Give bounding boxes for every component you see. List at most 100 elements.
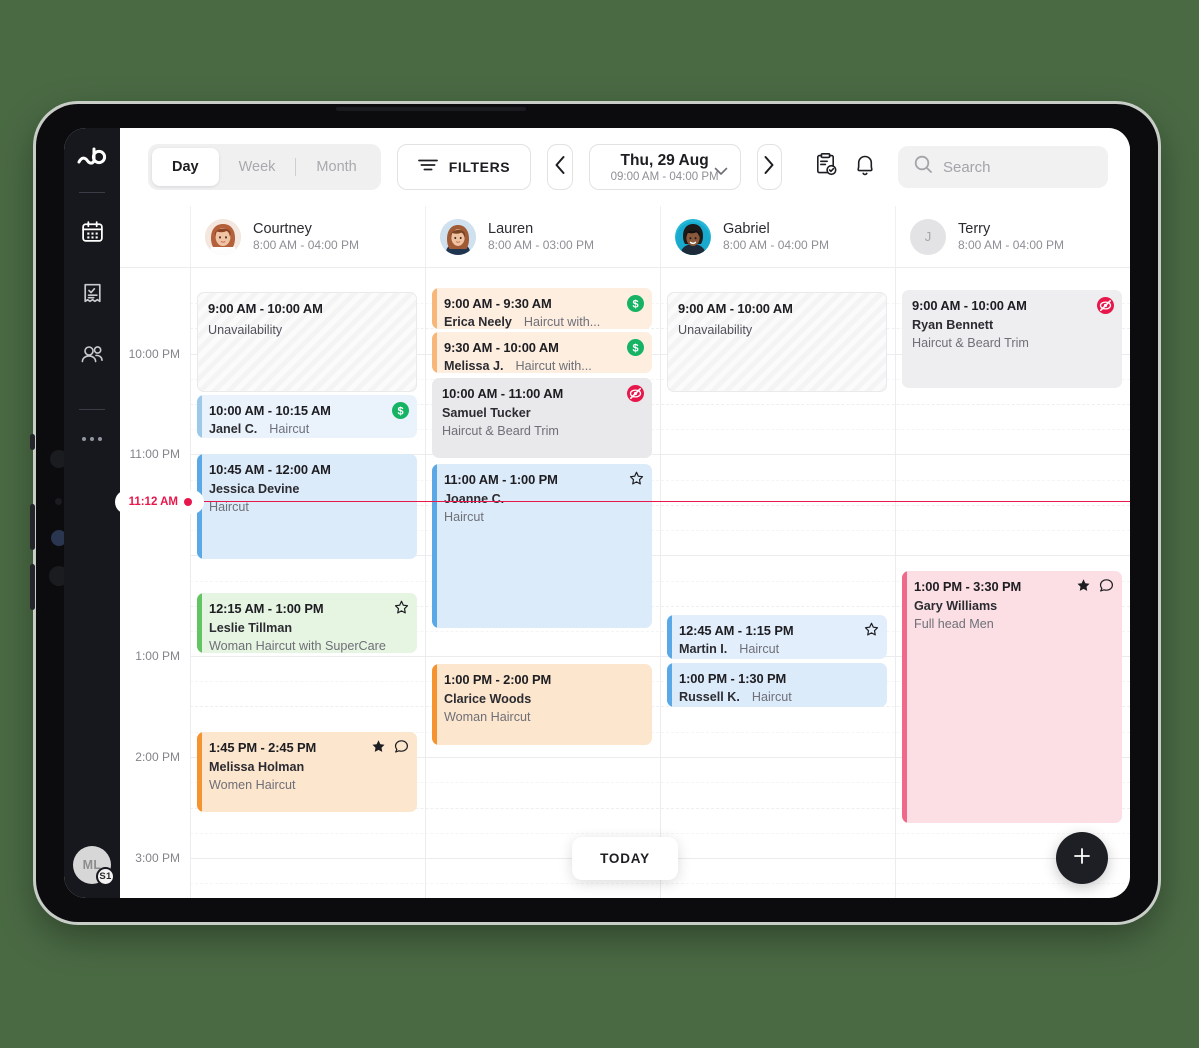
appointment-card[interactable]: 9:00 AM - 10:00 AM Unavailability xyxy=(667,292,887,392)
sidebar-item-clients[interactable] xyxy=(72,335,112,375)
date-range: 09:00 AM - 04:00 PM xyxy=(610,170,719,183)
chevron-right-icon xyxy=(763,155,775,180)
appointment-badges xyxy=(627,385,644,405)
appointment-client: Martin I. xyxy=(679,642,728,656)
comment-icon xyxy=(1099,578,1114,596)
appointment-client: Melissa Holman xyxy=(209,760,305,774)
appointment-color-bar xyxy=(432,664,437,745)
app-body: Day Week Month FILTERS Thu, 29 Aug 09:00… xyxy=(118,128,1130,898)
staff-name: Gabriel xyxy=(723,220,770,237)
tasks-button[interactable] xyxy=(814,148,838,186)
appointment-time: 10:00 AM - 10:15 AM xyxy=(209,403,331,418)
chevron-down-icon xyxy=(714,163,728,181)
calendar-columns: 9:00 AM - 10:00 AM Unavailability 10:00 … xyxy=(118,268,1130,898)
appointment-client: Erica Neely xyxy=(444,315,512,329)
next-day-button[interactable] xyxy=(756,144,782,190)
date-selector[interactable]: Thu, 29 Aug 09:00 AM - 04:00 PM xyxy=(588,144,741,190)
staff-column-header-terry[interactable]: J Terry 8:00 AM - 04:00 PM xyxy=(895,206,1130,267)
staff-column-header-gabriel[interactable]: Gabriel 8:00 AM - 04:00 PM xyxy=(660,206,895,267)
staff-column-header-lauren[interactable]: Lauren 8:00 AM - 03:00 PM xyxy=(425,206,660,267)
staff-column-header-courtney[interactable]: Courtney 8:00 AM - 04:00 PM xyxy=(190,206,425,267)
receipt-check-icon xyxy=(80,281,105,306)
filters-button[interactable]: FILTERS xyxy=(396,144,532,190)
appointment-time: 9:00 AM - 10:00 AM xyxy=(912,298,1027,313)
clipboard-check-icon xyxy=(814,152,838,182)
previous-day-button[interactable] xyxy=(547,144,573,190)
time-label: 1:00 PM xyxy=(135,649,180,663)
avatar-initials: J xyxy=(924,229,932,244)
today-button[interactable]: TODAY xyxy=(572,837,678,880)
view-tab-day[interactable]: Day xyxy=(152,148,219,186)
sidebar-item-calendar[interactable] xyxy=(72,211,112,251)
appointment-service: Full head Men xyxy=(914,617,994,631)
paid-icon: $ xyxy=(627,339,644,359)
appointment-card[interactable]: 1:00 PM - 3:30 PM Gary Williams Full hea… xyxy=(902,571,1122,823)
bookings-logo-icon[interactable] xyxy=(75,142,109,176)
svg-text:$: $ xyxy=(632,343,638,355)
appointment-time: 9:00 AM - 10:00 AM xyxy=(678,301,793,316)
appointment-service: Haircut with... xyxy=(523,315,601,329)
appointment-time: 9:00 AM - 9:30 AM xyxy=(444,296,552,311)
avatar-badge: S1 xyxy=(96,867,115,886)
star-outline-icon xyxy=(394,600,409,618)
appointment-time: 1:00 PM - 1:30 PM xyxy=(679,671,787,686)
calendar-column-courtney[interactable]: 9:00 AM - 10:00 AM Unavailability 10:00 … xyxy=(190,268,425,898)
appointment-service: Haircut xyxy=(751,690,792,704)
appointment-time: 1:00 PM - 2:00 PM xyxy=(444,672,552,687)
appointment-card[interactable]: 1:00 PM - 1:30 PM Russell K. Haircut xyxy=(667,663,887,707)
appointment-card[interactable]: 12:45 AM - 1:15 PM Martin I. Haircut xyxy=(667,615,887,659)
view-tab-month[interactable]: Month xyxy=(296,148,376,186)
plus-icon xyxy=(1071,845,1093,872)
appointment-time: 12:15 AM - 1:00 PM xyxy=(209,601,324,616)
search-box[interactable] xyxy=(897,146,1108,188)
calendar-column-terry[interactable]: 9:00 AM - 10:00 AM Ryan Bennett Haircut … xyxy=(895,268,1130,898)
more-dots-icon[interactable] xyxy=(82,424,102,454)
time-label: 2:00 PM xyxy=(135,750,180,764)
calendar-grid[interactable]: 10:00 PM 11:00 PM 1:00 PM 2:00 PM 3:00 P… xyxy=(118,268,1130,898)
avatar xyxy=(205,218,241,255)
appointment-card[interactable]: 1:45 PM - 2:45 PM Melissa Holman Women H… xyxy=(197,732,417,812)
appointment-client: Gary Williams xyxy=(914,599,998,613)
appointment-card[interactable]: 10:00 AM - 11:00 AM Samuel Tucker Haircu… xyxy=(432,378,652,458)
appointment-color-bar xyxy=(197,454,202,559)
view-switcher: Day Week Month xyxy=(148,144,381,190)
paid-icon: $ xyxy=(627,295,644,315)
appointment-card[interactable]: 9:30 AM - 10:00 AM Melissa J. Haircut wi… xyxy=(432,332,652,373)
sidebar-item-sales[interactable] xyxy=(72,273,112,313)
appointment-service: Woman Haircut xyxy=(444,710,531,724)
appointment-card[interactable]: 9:00 AM - 9:30 AM Erica Neely Haircut wi… xyxy=(432,288,652,329)
bell-icon xyxy=(854,153,876,182)
add-appointment-button[interactable] xyxy=(1056,832,1108,884)
view-tab-week[interactable]: Week xyxy=(219,148,296,186)
star-outline-icon xyxy=(864,622,879,640)
appointment-card[interactable]: 9:00 AM - 10:00 AM Unavailability xyxy=(197,292,417,392)
comment-icon xyxy=(394,739,409,757)
search-icon xyxy=(914,155,933,179)
calendar-column-lauren[interactable]: 9:00 AM - 9:30 AM Erica Neely Haircut wi… xyxy=(425,268,660,898)
appointment-card[interactable]: 12:15 AM - 1:00 PM Leslie Tillman Woman … xyxy=(197,593,417,653)
appointment-client: Clarice Woods xyxy=(444,692,532,706)
left-navigation-rail: ML S1 xyxy=(64,128,120,898)
notifications-button[interactable] xyxy=(854,148,876,186)
avatar[interactable]: ML S1 xyxy=(73,846,115,886)
appointment-service: Unavailability xyxy=(208,323,283,337)
appointment-client: Janel C. xyxy=(209,422,258,436)
appointment-card[interactable]: 1:00 PM - 2:00 PM Clarice Woods Woman Ha… xyxy=(432,664,652,745)
appointment-card[interactable]: 9:00 AM - 10:00 AM Ryan Bennett Haircut … xyxy=(902,290,1122,388)
calendar-column-gabriel[interactable]: 9:00 AM - 10:00 AM Unavailability 12:45 … xyxy=(660,268,895,898)
staff-name: Terry xyxy=(958,220,991,237)
appointment-color-bar xyxy=(197,593,202,653)
appointment-badges: $ xyxy=(627,295,644,315)
appointment-card[interactable]: 11:00 AM - 1:00 PM Joanne C. Haircut xyxy=(432,464,652,628)
staff-gutter-spacer xyxy=(120,206,190,267)
appointment-card[interactable]: 10:00 AM - 10:15 AM Janel C. Haircut $ xyxy=(197,395,417,438)
appointment-service: Haircut xyxy=(269,422,310,436)
appointment-badges xyxy=(371,739,409,757)
time-label: 11:00 PM xyxy=(129,447,180,461)
search-input[interactable] xyxy=(942,158,1083,176)
appointment-card[interactable]: 10:45 AM - 12:00 AM Jessica Devine Hairc… xyxy=(197,454,417,559)
no-show-icon xyxy=(1097,297,1114,317)
appointment-badges xyxy=(1097,297,1114,317)
paid-icon: $ xyxy=(392,402,409,422)
appointment-service: Unavailability xyxy=(678,323,753,337)
